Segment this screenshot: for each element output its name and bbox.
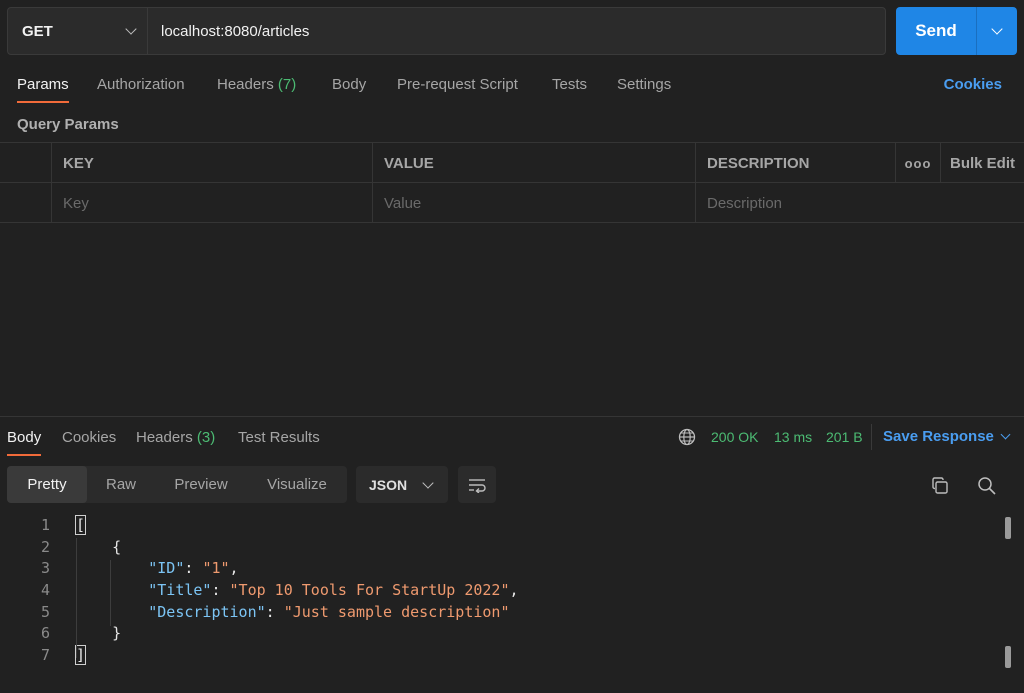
line-number: 6 xyxy=(40,624,50,643)
more-options-icon[interactable]: ooo xyxy=(895,143,940,183)
query-params-title: Query Params xyxy=(17,116,119,133)
column-header-description: DESCRIPTION xyxy=(695,143,895,183)
code-text: "Description": "Just sample description" xyxy=(148,602,510,621)
line-number: 5 xyxy=(40,602,50,621)
response-body-viewer[interactable]: 1[ 2 { 3 "ID": "1", 4 "Title": "Top 10 T… xyxy=(0,515,1000,685)
line-number: 4 xyxy=(40,581,50,600)
key-input[interactable]: Key xyxy=(51,183,372,223)
send-options-button[interactable] xyxy=(976,7,1017,55)
code-line: 3 "ID": "1", xyxy=(0,558,1000,580)
tab-body[interactable]: Body xyxy=(332,76,366,93)
chevron-down-icon xyxy=(422,476,434,489)
headers-count: (7) xyxy=(277,76,297,93)
line-number: 3 xyxy=(40,559,50,578)
request-bar: GET localhost:8080/articles xyxy=(7,7,886,55)
view-tab-visualize[interactable]: Visualize xyxy=(247,466,347,503)
response-tab-cookies[interactable]: Cookies xyxy=(62,429,116,446)
json-value: "1" xyxy=(202,559,230,578)
tab-params[interactable]: Params xyxy=(17,76,69,103)
tab-pre-request-script[interactable]: Pre-request Script xyxy=(397,76,518,93)
json-value: "Just sample description" xyxy=(283,602,510,621)
status-code[interactable]: 200 OK xyxy=(711,429,758,445)
line-number: 2 xyxy=(40,537,50,556)
indent-guide xyxy=(76,538,77,658)
table-header-row: KEY VALUE DESCRIPTION ooo Bulk Edit xyxy=(0,143,1024,183)
send-button-group: Send xyxy=(896,7,1017,55)
query-params-table: KEY VALUE DESCRIPTION ooo Bulk Edit Key … xyxy=(0,142,1024,223)
json-key: "Description" xyxy=(148,602,266,621)
url-input[interactable]: localhost:8080/articles xyxy=(148,8,885,54)
copy-icon xyxy=(932,477,948,494)
code-text: { xyxy=(76,537,122,556)
view-tab-raw[interactable]: Raw xyxy=(87,466,155,503)
scrollbar-thumb[interactable] xyxy=(1005,517,1011,539)
copy-button[interactable] xyxy=(926,472,954,500)
response-size[interactable]: 201 B xyxy=(826,429,863,445)
code-text: "Title": "Top 10 Tools For StartUp 2022"… xyxy=(148,581,519,600)
cookies-link[interactable]: Cookies xyxy=(944,76,1002,93)
chevron-down-icon xyxy=(991,23,1003,35)
indent-guide xyxy=(110,560,111,626)
code-line: 7] xyxy=(0,645,1000,667)
response-divider[interactable] xyxy=(0,416,1024,417)
code-text: } xyxy=(76,624,122,643)
chevron-down-icon xyxy=(125,23,137,35)
request-tabs: Params Authorization Headers (7) Body Pr… xyxy=(0,66,1024,106)
code-line: 5 "Description": "Just sample descriptio… xyxy=(0,602,1000,624)
tab-authorization[interactable]: Authorization xyxy=(97,76,185,93)
json-value: "Top 10 Tools For StartUp 2022" xyxy=(229,581,510,600)
save-response-label: Save Response xyxy=(883,428,994,445)
description-input[interactable]: Description xyxy=(695,183,1024,223)
table-row: Key Value Description xyxy=(0,183,1024,223)
search-icon xyxy=(978,477,996,495)
wrap-lines-icon xyxy=(469,478,486,493)
code-text: ] xyxy=(74,645,87,666)
search-button[interactable] xyxy=(973,472,1001,500)
divider xyxy=(871,424,872,450)
send-button[interactable]: Send xyxy=(896,7,976,55)
method-select[interactable]: GET xyxy=(8,8,148,54)
method-label: GET xyxy=(22,22,53,40)
code-line: 1[ xyxy=(0,515,1000,537)
bulk-edit-button[interactable]: Bulk Edit xyxy=(940,143,1024,183)
column-header-value: VALUE xyxy=(372,143,695,183)
tab-settings[interactable]: Settings xyxy=(617,76,671,93)
view-mode-tabs: Pretty Raw Preview Visualize xyxy=(7,466,347,503)
code-text: [ xyxy=(74,515,87,535)
code-line: 4 "Title": "Top 10 Tools For StartUp 202… xyxy=(0,580,1000,602)
json-key: "Title" xyxy=(148,581,212,600)
response-tab-body[interactable]: Body xyxy=(7,429,42,456)
response-tab-test-results[interactable]: Test Results xyxy=(238,429,320,446)
response-time[interactable]: 13 ms xyxy=(774,429,812,445)
wrap-lines-button[interactable] xyxy=(458,466,496,503)
format-select[interactable]: JSON xyxy=(356,466,448,503)
view-tab-pretty[interactable]: Pretty xyxy=(7,466,87,503)
view-tab-preview[interactable]: Preview xyxy=(155,466,247,503)
response-headers-count: (3) xyxy=(196,429,216,446)
save-response-button[interactable]: Save Response xyxy=(883,428,1011,445)
response-tab-headers-label: Headers xyxy=(136,429,193,446)
code-text: "ID": "1", xyxy=(148,559,239,578)
json-key: "ID" xyxy=(148,559,185,578)
column-header-key: KEY xyxy=(51,143,372,183)
scrollbar-thumb[interactable] xyxy=(1005,646,1011,668)
tab-tests[interactable]: Tests xyxy=(552,76,587,93)
value-input[interactable]: Value xyxy=(372,183,695,223)
globe-icon[interactable] xyxy=(678,428,696,451)
line-number: 1 xyxy=(40,516,50,534)
tab-headers-label: Headers xyxy=(217,76,274,93)
code-line: 2 { xyxy=(0,537,1000,559)
chevron-down-icon xyxy=(1000,429,1011,440)
format-label: JSON xyxy=(369,476,408,493)
code-line: 6 } xyxy=(0,623,1000,645)
tab-headers[interactable]: Headers (7) xyxy=(217,76,296,93)
response-tab-headers[interactable]: Headers (3) xyxy=(136,429,215,446)
line-number: 7 xyxy=(40,646,50,665)
